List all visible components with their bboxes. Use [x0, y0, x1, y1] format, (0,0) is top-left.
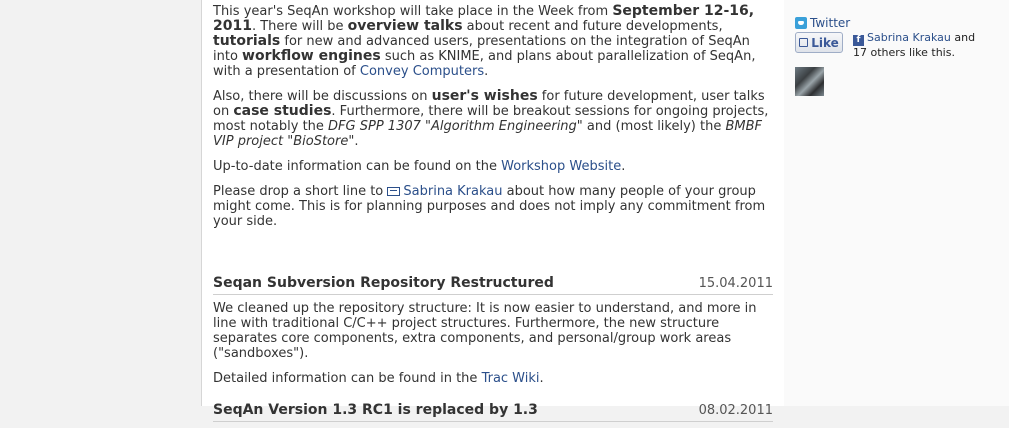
text: Detailed information can be found in the [213, 371, 482, 386]
workflow-engines-text: workflow engines [242, 48, 381, 64]
text: . There will be [251, 19, 348, 34]
right-sidebar: Twitter Like f Sabrina Krakau and 17 othe… [784, 0, 1009, 406]
news-header: Seqan Subversion Repository Restructured… [213, 275, 773, 295]
main-content: This year's SeqAn workshop will take pla… [201, 0, 785, 422]
twitter-icon [795, 17, 807, 29]
thumbs-up-icon [799, 38, 809, 47]
link-label: Sabrina Krakau [403, 184, 503, 199]
mail-icon [387, 187, 401, 196]
facebook-like-summary: f Sabrina Krakau and 17 others like this. [853, 31, 1003, 60]
text: Please drop a short line to [213, 184, 388, 199]
twitter-link[interactable]: Twitter [795, 16, 850, 30]
like-label: Like [811, 35, 839, 50]
workshop-paragraph-3: Up-to-date information can be found on t… [213, 159, 773, 174]
news-detail: Detailed information can be found in the… [213, 371, 773, 386]
workshop-website-link[interactable]: Workshop Website [501, 159, 621, 174]
text: . [484, 64, 489, 79]
news-item: Seqan Subversion Repository Restructured… [213, 275, 773, 386]
news-date: 08.02.2011 [698, 403, 773, 418]
workshop-paragraph-2: Also, there will be discussions on user'… [213, 88, 773, 150]
text: about recent and future developments, [462, 19, 723, 34]
convey-computers-link[interactable]: Convey Computers [360, 64, 484, 79]
workshop-paragraph-4: Please drop a short line to Sabrina Krak… [213, 184, 773, 229]
text: 17 others like this. [853, 46, 955, 59]
sabrina-krakau-email-link[interactable]: Sabrina Krakau [387, 184, 503, 199]
news-header: SeqAn Version 1.3 RC1 is replaced by 1.3… [213, 402, 773, 422]
news-body: We cleaned up the repository structure: … [213, 301, 757, 361]
facebook-like-button[interactable]: Like [795, 32, 843, 53]
news-title: Seqan Subversion Repository Restructured [213, 275, 554, 291]
overview-talks-text: overview talks [347, 18, 463, 34]
text: Also, there will be discussions on [213, 89, 432, 104]
text: . [539, 371, 544, 386]
tutorials-text: tutorials [213, 33, 281, 49]
text: and (most likely) the [582, 119, 726, 134]
news-item: SeqAn Version 1.3 RC1 is replaced by 1.3… [213, 402, 773, 422]
avatar[interactable] [795, 67, 824, 96]
news-date: 15.04.2011 [698, 276, 773, 291]
content-inner: This year's SeqAn workshop will take pla… [213, 4, 773, 428]
dfg-project-text: DFG SPP 1307 "Algorithm Engineering" [328, 119, 583, 134]
text: . [621, 159, 626, 174]
text: Up-to-date information can be found on t… [213, 159, 502, 174]
workshop-paragraph-1: This year's SeqAn workshop will take pla… [213, 4, 773, 80]
text: . [354, 134, 359, 149]
users-wishes-text: user's wishes [431, 88, 538, 104]
case-studies-text: case studies [233, 103, 332, 119]
text: and [950, 31, 976, 44]
twitter-label: Twitter [810, 16, 851, 30]
news-title: SeqAn Version 1.3 RC1 is replaced by 1.3 [213, 402, 538, 418]
trac-wiki-link[interactable]: Trac Wiki [482, 371, 540, 386]
text: This year's SeqAn workshop will take pla… [213, 4, 613, 19]
facebook-icon: f [853, 35, 864, 46]
facebook-user-link[interactable]: Sabrina Krakau [867, 31, 951, 44]
